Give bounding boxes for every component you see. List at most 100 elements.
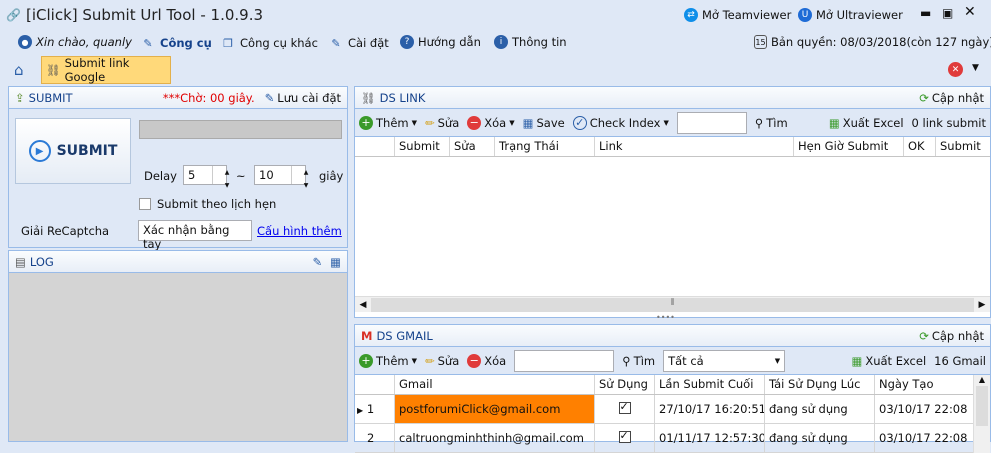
tab-bar: ⌂ ⛓ Submit link Google ✕ ▼: [0, 56, 991, 84]
delay-label: Delay: [144, 169, 177, 183]
dsgmail-vscrollbar[interactable]: ▲: [973, 375, 990, 453]
col-reuse-at[interactable]: Tái Sử Dụng Lúc: [765, 375, 875, 394]
tab-menu-icon[interactable]: ▼: [972, 63, 979, 73]
table-row[interactable]: ▶ 1 postforumiClick@gmail.com 27/10/17 1…: [355, 395, 973, 424]
dsgmail-delete-label: Xóa: [484, 353, 507, 368]
menu-other-tools[interactable]: ❐ Công cụ khác: [220, 35, 318, 51]
dsgmail-edit-label: Sửa: [437, 353, 460, 368]
dropdown-icon: ▼: [411, 356, 417, 365]
settings-icon: ✎: [331, 36, 341, 50]
dslink-panel: ⛓ DS LINK ⟳ Cập nhật + Thêm ▼ ✏ Sửa − Xóa ▼ ▦ S…: [354, 86, 991, 318]
col-ok[interactable]: OK: [904, 137, 936, 156]
delay-from-input[interactable]: 5 ▲ ▼: [183, 165, 229, 189]
dsgmail-search-input[interactable]: [514, 349, 615, 372]
delay-to-input[interactable]: 10 ▲ ▼: [254, 165, 308, 189]
col-link[interactable]: Link: [595, 137, 794, 156]
scroll-right-icon[interactable]: ▶: [974, 300, 990, 310]
check-index-button[interactable]: ✓ Check Index ▼: [572, 115, 669, 130]
col-last-submit[interactable]: Lần Submit Cuối: [655, 375, 765, 394]
menu-info[interactable]: i Thông tin: [494, 35, 567, 49]
home-icon[interactable]: ⌂: [14, 61, 24, 79]
close-tab-icon[interactable]: ✕: [948, 62, 963, 77]
menu-settings[interactable]: ✎ Cài đặt: [328, 35, 388, 51]
dslink-refresh-button[interactable]: ⟳ Cập nhật: [919, 91, 984, 105]
schedule-checkbox[interactable]: Submit theo lịch hẹn: [139, 197, 276, 211]
close-icon[interactable]: ✕: [964, 4, 976, 20]
save-settings-icon: ✎: [264, 90, 275, 105]
dsgmail-delete-button[interactable]: − Xóa: [467, 353, 507, 368]
dslink-find-button[interactable]: ⚲ Tìm: [755, 116, 788, 130]
gmail-cell[interactable]: postforumiClick@gmail.com: [395, 395, 595, 423]
col-created[interactable]: Ngày Tạo: [875, 375, 967, 394]
check-index-label: Check Index: [589, 115, 661, 130]
col-submit[interactable]: Submit: [395, 137, 450, 156]
config-link[interactable]: Cấu hình thêm: [257, 224, 342, 238]
row-indicator: 2: [355, 424, 395, 452]
col-used[interactable]: Sử Dụng: [595, 375, 655, 394]
log-icon: ▤: [15, 254, 26, 269]
chevron-down-icon: ▼: [774, 356, 781, 365]
dslink-add-button[interactable]: + Thêm ▼: [359, 115, 417, 130]
minimize-icon[interactable]: ▬: [920, 6, 931, 20]
gmail-cell[interactable]: caltruongminhthinh@gmail.com: [395, 424, 595, 452]
used-cell[interactable]: [595, 424, 655, 452]
dropdown-icon: ▼: [411, 118, 417, 127]
dslink-export-button[interactable]: ▦ Xuất Excel: [829, 116, 904, 130]
ultraviewer-label: Mở Ultraviewer: [816, 8, 903, 22]
used-check-icon[interactable]: [618, 400, 631, 414]
wait-status: ***Chờ: 00 giây.: [162, 90, 255, 105]
col-gmail[interactable]: Gmail: [395, 375, 595, 394]
splitter-grip[interactable]: ••••: [656, 313, 675, 322]
maximize-icon[interactable]: ▣: [942, 6, 953, 20]
col-edit[interactable]: Sửa: [450, 137, 495, 156]
teamviewer-button[interactable]: ⇄ Mở Teamviewer: [684, 8, 791, 22]
dsgmail-export-label: Xuất Excel: [865, 353, 927, 368]
dsgmail-filter-value: Tất cả: [668, 353, 704, 368]
row-header-column: [355, 375, 395, 394]
col-schedule[interactable]: Hẹn Giờ Submit: [794, 137, 904, 156]
dslink-grid-header: Submit Sửa Trạng Thái Link Hẹn Giờ Submi…: [355, 137, 990, 157]
dsgmail-add-button[interactable]: + Thêm ▼: [359, 353, 417, 368]
table-row[interactable]: 2 caltruongminhthinh@gmail.com 01/11/17 …: [355, 424, 973, 453]
save-log-icon[interactable]: ▦: [330, 255, 341, 269]
dslink-save-button[interactable]: ▦ Save: [523, 116, 565, 130]
spin-down-icon[interactable]: ▼: [292, 179, 320, 192]
scroll-up-icon[interactable]: ▲: [974, 375, 990, 384]
dslink-find-label: Tìm: [766, 115, 788, 130]
ultraviewer-button[interactable]: U Mở Ultraviewer: [798, 8, 903, 22]
save-settings-button[interactable]: ✎ Lưu cài đặt: [265, 91, 341, 105]
tab-label: Submit link Google: [64, 56, 130, 84]
edit-doc-icon: ✎: [143, 36, 153, 50]
dsgmail-edit-button[interactable]: ✏ Sửa: [425, 354, 459, 368]
menu-other-tools-label: Công cụ khác: [240, 36, 318, 50]
submit-button[interactable]: ▶ SUBMIT: [15, 118, 131, 184]
used-check-icon[interactable]: [618, 429, 631, 443]
col-submit-2[interactable]: Submit: [936, 137, 990, 156]
submit-panel-header: ⇪ SUBMIT ***Chờ: 00 giây. ✎ Lưu cài đặt: [9, 87, 347, 109]
scroll-thumb[interactable]: [976, 386, 988, 426]
row-header-column: [355, 137, 395, 156]
delay-unit: giây: [319, 169, 344, 183]
dslink-export-label: Xuất Excel: [842, 115, 904, 130]
add-icon: +: [359, 353, 373, 368]
dsgmail-find-button[interactable]: ⚲ Tìm: [622, 354, 655, 368]
col-status[interactable]: Trạng Thái: [495, 137, 595, 156]
clear-log-icon[interactable]: ✎: [312, 255, 322, 269]
dslink-edit-button[interactable]: ✏ Sửa: [425, 116, 459, 130]
menu-guide[interactable]: ? Hướng dẫn: [400, 35, 481, 49]
dslink-hscrollbar[interactable]: ◀ ⦀ ▶: [355, 296, 990, 312]
scroll-left-icon[interactable]: ◀: [355, 300, 371, 310]
spin-up-icon[interactable]: ▲: [292, 166, 320, 179]
dslink-search-input[interactable]: [676, 111, 747, 134]
used-cell[interactable]: [595, 395, 655, 423]
dsgmail-export-button[interactable]: ▦ Xuất Excel: [851, 354, 926, 368]
scroll-thumb[interactable]: ⦀: [371, 297, 974, 312]
dsgmail-filter-select[interactable]: Tất cả ▼: [663, 349, 786, 372]
dslink-delete-button[interactable]: − Xóa ▼: [467, 115, 515, 130]
tab-submit-link-google[interactable]: ⛓ Submit link Google: [41, 56, 171, 84]
menu-tools[interactable]: ✎ Công cụ: [140, 35, 211, 51]
dsgmail-refresh-button[interactable]: ⟳ Cập nhật: [919, 329, 984, 343]
dsgmail-header: M DS GMAIL ⟳ Cập nhật: [355, 325, 990, 347]
recaptcha-select[interactable]: Xác nhận bằng tay: [138, 220, 252, 251]
dsgmail-toolbar: + Thêm ▼ ✏ Sửa − Xóa ⚲ Tìm Tất cả ▼ ▦ Xuất Exce…: [355, 347, 990, 375]
